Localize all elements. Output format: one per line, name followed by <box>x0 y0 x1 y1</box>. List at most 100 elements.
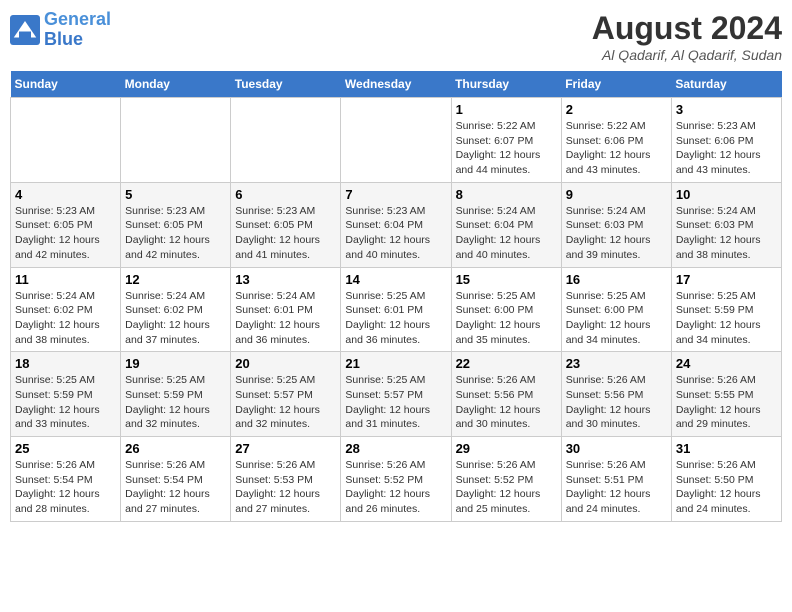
day-number: 22 <box>456 356 557 371</box>
day-info: Sunrise: 5:24 AM Sunset: 6:01 PM Dayligh… <box>235 289 336 348</box>
day-info: Sunrise: 5:24 AM Sunset: 6:02 PM Dayligh… <box>15 289 116 348</box>
location: Al Qadarif, Al Qadarif, Sudan <box>592 47 782 63</box>
day-info: Sunrise: 5:26 AM Sunset: 5:55 PM Dayligh… <box>676 373 777 432</box>
day-info: Sunrise: 5:25 AM Sunset: 6:00 PM Dayligh… <box>566 289 667 348</box>
calendar-cell <box>11 98 121 183</box>
calendar-cell: 28 Sunrise: 5:26 AM Sunset: 5:52 PM Dayli… <box>341 437 451 522</box>
day-number: 15 <box>456 272 557 287</box>
day-info: Sunrise: 5:23 AM Sunset: 6:05 PM Dayligh… <box>235 204 336 263</box>
day-info: Sunrise: 5:22 AM Sunset: 6:07 PM Dayligh… <box>456 119 557 178</box>
day-number: 10 <box>676 187 777 202</box>
day-info: Sunrise: 5:23 AM Sunset: 6:05 PM Dayligh… <box>15 204 116 263</box>
calendar-cell: 13 Sunrise: 5:24 AM Sunset: 6:01 PM Dayli… <box>231 267 341 352</box>
day-number: 3 <box>676 102 777 117</box>
calendar-cell: 3 Sunrise: 5:23 AM Sunset: 6:06 PM Daylig… <box>671 98 781 183</box>
calendar-cell: 24Sunrise: 5:26 AM Sunset: 5:55 PM Dayli… <box>671 352 781 437</box>
month-title: August 2024 <box>592 10 782 47</box>
day-info: Sunrise: 5:26 AM Sunset: 5:56 PM Dayligh… <box>456 373 557 432</box>
title-block: August 2024 Al Qadarif, Al Qadarif, Suda… <box>592 10 782 63</box>
day-number: 31 <box>676 441 777 456</box>
calendar-week-3: 11 Sunrise: 5:24 AM Sunset: 6:02 PM Dayli… <box>11 267 782 352</box>
calendar-cell: 14 Sunrise: 5:25 AM Sunset: 6:01 PM Dayli… <box>341 267 451 352</box>
calendar-cell <box>231 98 341 183</box>
day-info: Sunrise: 5:26 AM Sunset: 5:52 PM Dayligh… <box>456 458 557 517</box>
logo-icon <box>10 15 40 45</box>
calendar-cell: 26 Sunrise: 5:26 AM Sunset: 5:54 PM Dayli… <box>121 437 231 522</box>
day-number: 4 <box>15 187 116 202</box>
day-number: 29 <box>456 441 557 456</box>
calendar-cell: 31 Sunrise: 5:26 AM Sunset: 5:50 PM Dayli… <box>671 437 781 522</box>
header-row: SundayMondayTuesdayWednesdayThursdayFrid… <box>11 71 782 98</box>
calendar-cell: 19 Sunrise: 5:25 AM Sunset: 5:59 PM Dayli… <box>121 352 231 437</box>
day-number: 17 <box>676 272 777 287</box>
calendar-cell: 15Sunrise: 5:25 AM Sunset: 6:00 PM Dayli… <box>451 267 561 352</box>
day-info: Sunrise: 5:26 AM Sunset: 5:51 PM Dayligh… <box>566 458 667 517</box>
calendar-cell: 9Sunrise: 5:24 AM Sunset: 6:03 PM Daylig… <box>561 182 671 267</box>
day-number: 21 <box>345 356 446 371</box>
day-info: Sunrise: 5:25 AM Sunset: 5:59 PM Dayligh… <box>676 289 777 348</box>
col-header-saturday: Saturday <box>671 71 781 98</box>
calendar-cell: 17 Sunrise: 5:25 AM Sunset: 5:59 PM Dayli… <box>671 267 781 352</box>
calendar-cell: 23 Sunrise: 5:26 AM Sunset: 5:56 PM Dayli… <box>561 352 671 437</box>
calendar-table: SundayMondayTuesdayWednesdayThursdayFrid… <box>10 71 782 522</box>
calendar-cell: 8 Sunrise: 5:24 AM Sunset: 6:04 PM Daylig… <box>451 182 561 267</box>
calendar-week-5: 25Sunrise: 5:26 AM Sunset: 5:54 PM Dayli… <box>11 437 782 522</box>
calendar-cell: 27 Sunrise: 5:26 AM Sunset: 5:53 PM Dayli… <box>231 437 341 522</box>
calendar-cell: 6Sunrise: 5:23 AM Sunset: 6:05 PM Daylig… <box>231 182 341 267</box>
calendar-cell: 21Sunrise: 5:25 AM Sunset: 5:57 PM Dayli… <box>341 352 451 437</box>
calendar-cell: 1 Sunrise: 5:22 AM Sunset: 6:07 PM Daylig… <box>451 98 561 183</box>
calendar-cell: 7Sunrise: 5:23 AM Sunset: 6:04 PM Daylig… <box>341 182 451 267</box>
day-number: 1 <box>456 102 557 117</box>
calendar-cell: 11 Sunrise: 5:24 AM Sunset: 6:02 PM Dayli… <box>11 267 121 352</box>
calendar-cell <box>121 98 231 183</box>
day-number: 14 <box>345 272 446 287</box>
day-number: 13 <box>235 272 336 287</box>
day-info: Sunrise: 5:24 AM Sunset: 6:04 PM Dayligh… <box>456 204 557 263</box>
day-number: 23 <box>566 356 667 371</box>
day-number: 8 <box>456 187 557 202</box>
col-header-thursday: Thursday <box>451 71 561 98</box>
day-info: Sunrise: 5:25 AM Sunset: 5:57 PM Dayligh… <box>235 373 336 432</box>
day-info: Sunrise: 5:26 AM Sunset: 5:56 PM Dayligh… <box>566 373 667 432</box>
day-number: 16 <box>566 272 667 287</box>
col-header-tuesday: Tuesday <box>231 71 341 98</box>
day-info: Sunrise: 5:25 AM Sunset: 5:59 PM Dayligh… <box>15 373 116 432</box>
day-info: Sunrise: 5:23 AM Sunset: 6:05 PM Dayligh… <box>125 204 226 263</box>
calendar-cell: 16 Sunrise: 5:25 AM Sunset: 6:00 PM Dayli… <box>561 267 671 352</box>
calendar-week-1: 1 Sunrise: 5:22 AM Sunset: 6:07 PM Daylig… <box>11 98 782 183</box>
day-number: 26 <box>125 441 226 456</box>
day-number: 27 <box>235 441 336 456</box>
calendar-cell: 30Sunrise: 5:26 AM Sunset: 5:51 PM Dayli… <box>561 437 671 522</box>
day-info: Sunrise: 5:24 AM Sunset: 6:03 PM Dayligh… <box>566 204 667 263</box>
calendar-cell: 22 Sunrise: 5:26 AM Sunset: 5:56 PM Dayli… <box>451 352 561 437</box>
day-info: Sunrise: 5:26 AM Sunset: 5:50 PM Dayligh… <box>676 458 777 517</box>
day-info: Sunrise: 5:26 AM Sunset: 5:54 PM Dayligh… <box>15 458 116 517</box>
day-number: 19 <box>125 356 226 371</box>
col-header-friday: Friday <box>561 71 671 98</box>
day-number: 11 <box>15 272 116 287</box>
day-number: 2 <box>566 102 667 117</box>
day-info: Sunrise: 5:26 AM Sunset: 5:52 PM Dayligh… <box>345 458 446 517</box>
page-header: General Blue August 2024 Al Qadarif, Al … <box>10 10 782 63</box>
day-info: Sunrise: 5:23 AM Sunset: 6:04 PM Dayligh… <box>345 204 446 263</box>
calendar-cell: 10Sunrise: 5:24 AM Sunset: 6:03 PM Dayli… <box>671 182 781 267</box>
day-number: 28 <box>345 441 446 456</box>
calendar-cell: 5 Sunrise: 5:23 AM Sunset: 6:05 PM Daylig… <box>121 182 231 267</box>
day-info: Sunrise: 5:25 AM Sunset: 5:59 PM Dayligh… <box>125 373 226 432</box>
col-header-monday: Monday <box>121 71 231 98</box>
day-info: Sunrise: 5:26 AM Sunset: 5:54 PM Dayligh… <box>125 458 226 517</box>
calendar-cell: 4 Sunrise: 5:23 AM Sunset: 6:05 PM Daylig… <box>11 182 121 267</box>
calendar-cell: 20 Sunrise: 5:25 AM Sunset: 5:57 PM Dayli… <box>231 352 341 437</box>
day-info: Sunrise: 5:26 AM Sunset: 5:53 PM Dayligh… <box>235 458 336 517</box>
day-info: Sunrise: 5:25 AM Sunset: 6:01 PM Dayligh… <box>345 289 446 348</box>
day-number: 5 <box>125 187 226 202</box>
calendar-week-4: 18 Sunrise: 5:25 AM Sunset: 5:59 PM Dayli… <box>11 352 782 437</box>
col-header-sunday: Sunday <box>11 71 121 98</box>
calendar-cell: 18 Sunrise: 5:25 AM Sunset: 5:59 PM Dayli… <box>11 352 121 437</box>
day-number: 12 <box>125 272 226 287</box>
day-number: 20 <box>235 356 336 371</box>
day-number: 18 <box>15 356 116 371</box>
day-info: Sunrise: 5:23 AM Sunset: 6:06 PM Dayligh… <box>676 119 777 178</box>
day-info: Sunrise: 5:22 AM Sunset: 6:06 PM Dayligh… <box>566 119 667 178</box>
calendar-week-2: 4 Sunrise: 5:23 AM Sunset: 6:05 PM Daylig… <box>11 182 782 267</box>
